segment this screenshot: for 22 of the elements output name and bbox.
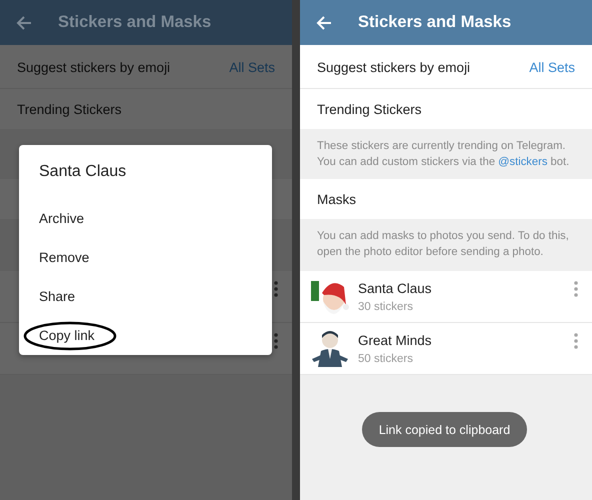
sticker-count: 50 stickers <box>358 352 414 364</box>
toast-message: Link copied to clipboard <box>362 412 527 447</box>
screen-title: Stickers and Masks <box>358 13 512 32</box>
back-arrow-icon[interactable] <box>16 14 32 30</box>
setting-label[interactable]: Suggest stickers by emoji <box>317 60 470 74</box>
more-options-icon[interactable] <box>274 333 278 349</box>
dialog-title: Santa Claus <box>39 163 128 181</box>
all-sets-link[interactable]: All Sets <box>529 60 575 74</box>
menu-item[interactable]: Remove <box>39 250 90 265</box>
menu-item[interactable]: Share <box>39 289 76 304</box>
more-options-icon[interactable] <box>574 333 578 349</box>
sticker-set-name[interactable]: Santa Claus <box>358 280 574 296</box>
sticker-count: 30 stickers <box>358 300 414 312</box>
setting-label[interactable]: Trending Stickers <box>317 102 422 116</box>
hint-text: You can add masks to photos you send. To do this, open the photo editor before sending a photo. <box>317 229 570 260</box>
more-options-icon[interactable] <box>274 281 278 297</box>
hint-text: These stickers are currently trending on Telegram. You can add custom stickers via the @stickers bot. <box>317 139 570 170</box>
sticker-set-name[interactable]: Great Minds <box>358 332 574 348</box>
screen-title: Stickers and Masks <box>58 13 212 32</box>
more-options-icon[interactable] <box>574 281 578 297</box>
menu-item[interactable]: Archive <box>39 211 84 226</box>
setting-label[interactable]: Masks <box>317 192 356 206</box>
